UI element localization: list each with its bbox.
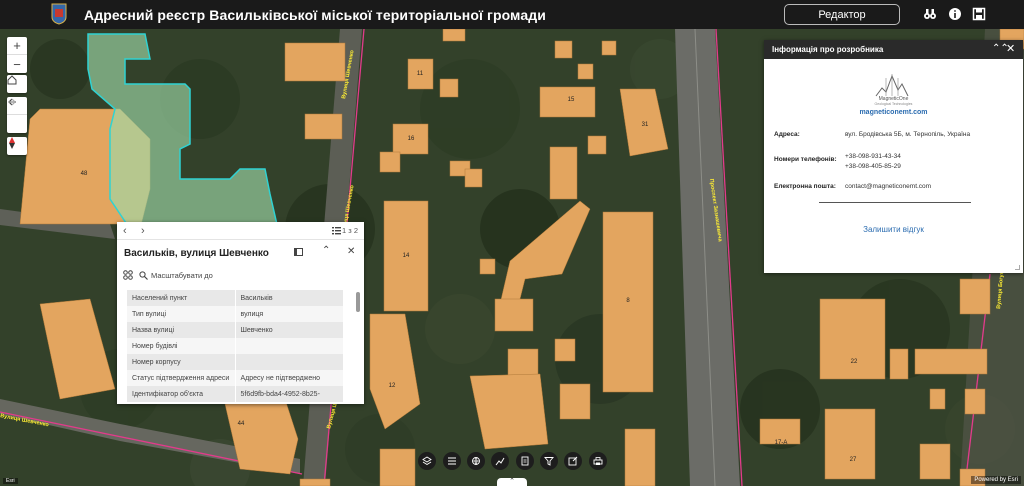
next-feature-icon[interactable]: › (141, 225, 145, 237)
house-number: 27 (850, 457, 857, 463)
phones-label: Номери телефонів: (774, 156, 837, 163)
list-icon[interactable] (443, 452, 461, 470)
zoom-to-button[interactable]: Масштабувати до (139, 271, 213, 280)
nav-controls (7, 97, 27, 133)
phone-1[interactable]: +38-098-931-43-34 (845, 153, 901, 160)
feature-list-icon[interactable] (332, 226, 341, 235)
website-link[interactable]: magneticonemt.com (764, 109, 1023, 116)
house-number: 48 (81, 171, 88, 177)
editor-button[interactable]: Редактор (784, 4, 900, 25)
esri-attribution[interactable]: Powered by Esri (971, 476, 1021, 484)
phone-2[interactable]: +38-098-405-85-29 (845, 163, 901, 170)
options-icon[interactable] (123, 270, 133, 280)
print-icon[interactable] (516, 452, 534, 470)
house-number: 44 (238, 421, 245, 427)
basemap-icon[interactable] (467, 452, 485, 470)
house-number: 31 (642, 122, 649, 128)
forward-arrow-icon[interactable] (7, 98, 27, 133)
edit-icon[interactable] (564, 452, 582, 470)
home-control (7, 75, 27, 93)
compass-control (7, 137, 27, 155)
city-emblem-icon (51, 3, 67, 25)
app-title: Адресний реєстр Васильківської міської т… (84, 7, 546, 23)
popup-navigation: ‹ › 1 з 2 (117, 222, 364, 240)
table-row: Номер корпусу (127, 354, 343, 370)
close-icon[interactable]: ✕ (347, 246, 355, 257)
zoom-out-icon[interactable]: − (7, 55, 27, 73)
address-label: Адреса: (774, 131, 800, 138)
home-icon[interactable] (7, 75, 27, 93)
app-header: Адресний реєстр Васильківської міської т… (0, 0, 1024, 29)
house-number: 16 (408, 136, 415, 142)
printer-icon[interactable] (589, 452, 607, 470)
compass-icon[interactable] (7, 137, 27, 155)
save-icon[interactable] (972, 7, 986, 21)
table-row: Номер будівлі (127, 338, 343, 354)
layers-icon[interactable] (418, 452, 436, 470)
dock-icon[interactable] (294, 248, 303, 256)
feature-popup: ‹ › 1 з 2 Васильків, вулиця Шевченко ⌃ ✕… (117, 222, 364, 404)
email-value[interactable]: contact@magneticonemt.com (845, 183, 931, 190)
attribute-table: Населений пункт Васильків Тип вулиці вулиц… (127, 290, 343, 402)
popup-title: Васильків, вулиця Шевченко (124, 248, 269, 259)
expand-toolbar-icon[interactable]: ⌃ (497, 478, 527, 486)
house-number: 12 (389, 383, 396, 389)
zoom-to-label: Масштабувати до (151, 270, 213, 280)
analysis-icon[interactable] (491, 452, 509, 470)
collapse-icon[interactable]: ⌃ (322, 245, 330, 256)
prev-feature-icon[interactable]: ‹ (123, 225, 127, 237)
attribution-left: Esri (3, 478, 18, 484)
email-label: Електронна пошта: (774, 183, 836, 190)
brand-subtitle: Geological Technologies (874, 102, 913, 106)
panel-title: Інформація про розробника (772, 45, 884, 54)
resize-grip-icon[interactable] (1015, 265, 1020, 270)
table-row: Статус підтвердження адреси Адресу не під… (127, 370, 343, 386)
house-number: 22 (851, 359, 858, 365)
developer-info-panel: Інформація про розробника ⌃⌃ ✕ MagneticO… (764, 40, 1023, 273)
table-row: Назва вулиці Шевченко (127, 322, 343, 338)
popup-scrollbar[interactable] (356, 292, 360, 312)
panel-header: Інформація про розробника ⌃⌃ ✕ (764, 40, 1023, 59)
magnifier-icon (139, 270, 148, 280)
info-icon[interactable] (948, 7, 962, 21)
popup-actions: Масштабувати до (123, 268, 213, 282)
zoom-in-icon[interactable]: + (7, 37, 27, 55)
table-row: Тип вулиці вулиця (127, 306, 343, 322)
feature-count: 1 з 2 (342, 226, 358, 235)
close-icon[interactable]: ✕ (1006, 42, 1015, 55)
feedback-link[interactable]: Залишити відгук (764, 225, 1023, 234)
house-number: 17-А (775, 440, 788, 446)
house-number: 11 (417, 71, 424, 77)
zoom-controls: + − (7, 37, 27, 73)
house-number: 14 (403, 253, 410, 259)
address-value: вул. Бродівська 5Б, м. Тернопіль, Україн… (845, 131, 971, 138)
filter-icon[interactable] (540, 452, 558, 470)
binoculars-icon[interactable] (923, 7, 937, 21)
magneticone-logo (875, 74, 909, 97)
house-number: 15 (568, 97, 575, 103)
table-row: Ідентифікатор об'єкта 5f6d9fb-bda4-4952-8… (127, 386, 343, 402)
table-row: Населений пункт Васильків (127, 290, 343, 306)
divider (819, 202, 971, 203)
